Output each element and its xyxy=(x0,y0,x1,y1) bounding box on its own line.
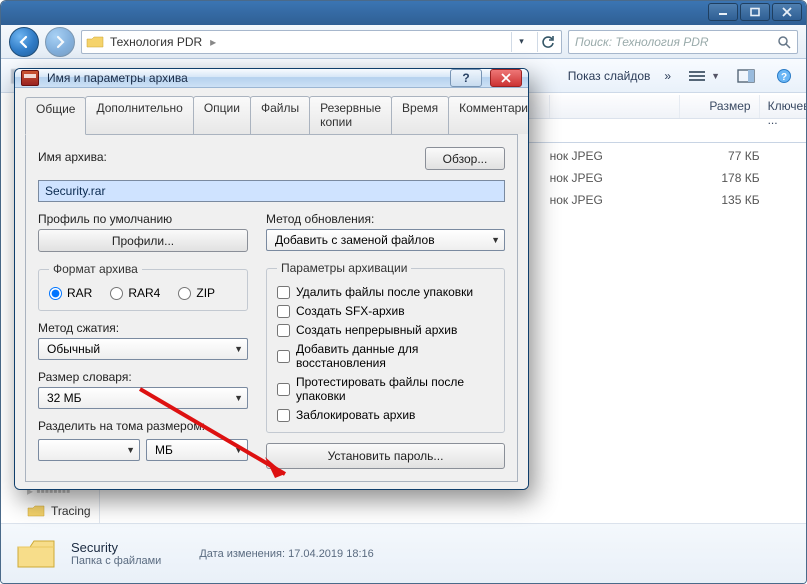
toolbar-more[interactable]: » xyxy=(664,69,671,83)
nav-forward-button[interactable] xyxy=(45,27,75,57)
col-size[interactable]: Размер xyxy=(680,95,760,118)
search-icon xyxy=(777,35,791,49)
folder-icon xyxy=(86,35,104,49)
explorer-navbar: Технология PDR ▸ ▾ Поиск: Технология PDR xyxy=(1,25,806,59)
tree-item-label: Tracing xyxy=(51,504,91,518)
search-input[interactable]: Поиск: Технология PDR xyxy=(568,30,798,54)
col-tags[interactable]: Ключевые ... xyxy=(760,95,807,118)
archive-dialog: Имя и параметры архива ? Общие Дополните… xyxy=(14,68,529,490)
tree-item-tracing[interactable]: Tracing xyxy=(1,501,99,521)
check-lock[interactable]: Заблокировать архив xyxy=(277,408,494,422)
view-mode-button[interactable]: ▼ xyxy=(685,66,720,86)
toolbar-slideshow[interactable]: Показ слайдов xyxy=(568,69,651,83)
breadcrumb-separator: ▸ xyxy=(210,35,216,49)
dialog-close-button[interactable] xyxy=(490,69,522,87)
dialog-titlebar: Имя и параметры архива ? xyxy=(15,69,528,88)
search-placeholder: Поиск: Технология PDR xyxy=(575,35,709,49)
nav-back-button[interactable] xyxy=(9,27,39,57)
refresh-button[interactable] xyxy=(537,32,557,52)
explorer-titlebar xyxy=(1,1,806,25)
close-button[interactable] xyxy=(772,3,802,21)
format-rar4[interactable]: RAR4 xyxy=(110,286,160,300)
archive-name-input[interactable] xyxy=(38,180,505,202)
params-label: Параметры архивации xyxy=(277,261,411,275)
split-label: Разделить на тома размером: xyxy=(38,419,248,433)
set-password-button[interactable]: Установить пароль... xyxy=(266,443,505,469)
archive-params-group: Параметры архивации Удалить файлы после … xyxy=(266,261,505,433)
tab-files[interactable]: Файлы xyxy=(250,96,310,134)
details-name: Security xyxy=(71,540,161,555)
cell-size: 77 КБ xyxy=(680,149,760,163)
maximize-button[interactable] xyxy=(740,3,770,21)
folder-icon xyxy=(27,504,45,518)
archive-name-label: Имя архива: xyxy=(38,150,415,164)
details-date-value: 17.04.2019 18:16 xyxy=(288,548,374,560)
check-sfx[interactable]: Создать SFX-архив xyxy=(277,304,494,318)
update-label: Метод обновления: xyxy=(266,212,505,226)
tab-time[interactable]: Время xyxy=(391,96,449,134)
check-delete-after[interactable]: Удалить файлы после упаковки xyxy=(277,285,494,299)
split-unit[interactable]: МБ▼ xyxy=(146,439,248,461)
profile-label: Профиль по умолчанию xyxy=(38,212,248,226)
update-method[interactable]: Добавить с заменой файлов▼ xyxy=(266,229,505,251)
winrar-icon xyxy=(21,70,39,86)
svg-text:?: ? xyxy=(781,72,787,83)
format-group: Формат архива RAR RAR4 ZIP xyxy=(38,262,248,311)
dialog-tabs: Общие Дополнительно Опции Файлы Резервны… xyxy=(25,96,518,135)
tab-comment[interactable]: Комментарий xyxy=(448,96,529,134)
cell-size: 178 КБ xyxy=(680,171,760,185)
details-date-label: Дата изменения: xyxy=(199,548,285,560)
help-button[interactable]: ? xyxy=(772,66,796,86)
tab-general-pane: Имя архива: Обзор... Профиль по умолчани… xyxy=(25,135,518,482)
format-rar[interactable]: RAR xyxy=(49,286,92,300)
minimize-button[interactable] xyxy=(708,3,738,21)
split-size-input[interactable]: ▼ xyxy=(38,439,140,461)
tab-advanced[interactable]: Дополнительно xyxy=(85,96,193,134)
col-type[interactable] xyxy=(550,95,680,118)
tab-backup[interactable]: Резервные копии xyxy=(309,96,392,134)
check-solid[interactable]: Создать непрерывный архив xyxy=(277,323,494,337)
profiles-button[interactable]: Профили... xyxy=(38,229,248,252)
dialog-title: Имя и параметры архива xyxy=(47,71,188,85)
address-bar[interactable]: Технология PDR ▸ ▾ xyxy=(81,30,562,54)
dialog-help-button[interactable]: ? xyxy=(450,69,482,87)
compress-label: Метод сжатия: xyxy=(38,321,248,335)
details-type: Папка с файлами xyxy=(71,555,161,567)
tab-general[interactable]: Общие xyxy=(25,97,86,135)
cell-type: нок JPEG xyxy=(550,193,680,207)
compression-method[interactable]: Обычный▼ xyxy=(38,338,248,360)
browse-button[interactable]: Обзор... xyxy=(425,147,505,170)
check-test[interactable]: Протестировать файлы после упаковки xyxy=(277,375,494,403)
dict-label: Размер словаря: xyxy=(38,370,248,384)
dictionary-size[interactable]: 32 МБ▼ xyxy=(38,387,248,409)
format-label: Формат архива xyxy=(49,262,142,276)
preview-pane-button[interactable] xyxy=(734,66,758,86)
cell-type: нок JPEG xyxy=(550,149,680,163)
address-path: Технология PDR xyxy=(110,35,202,49)
format-zip[interactable]: ZIP xyxy=(178,286,215,300)
check-recovery[interactable]: Добавить данные для восстановления xyxy=(277,342,494,370)
details-pane: Security Папка с файлами Дата изменения:… xyxy=(1,523,806,583)
dialog-body: Общие Дополнительно Опции Файлы Резервны… xyxy=(15,88,528,490)
tab-options[interactable]: Опции xyxy=(193,96,251,134)
folder-icon xyxy=(15,535,57,573)
cell-type: нок JPEG xyxy=(550,171,680,185)
cell-size: 135 КБ xyxy=(680,193,760,207)
address-dropdown[interactable]: ▾ xyxy=(511,32,531,52)
